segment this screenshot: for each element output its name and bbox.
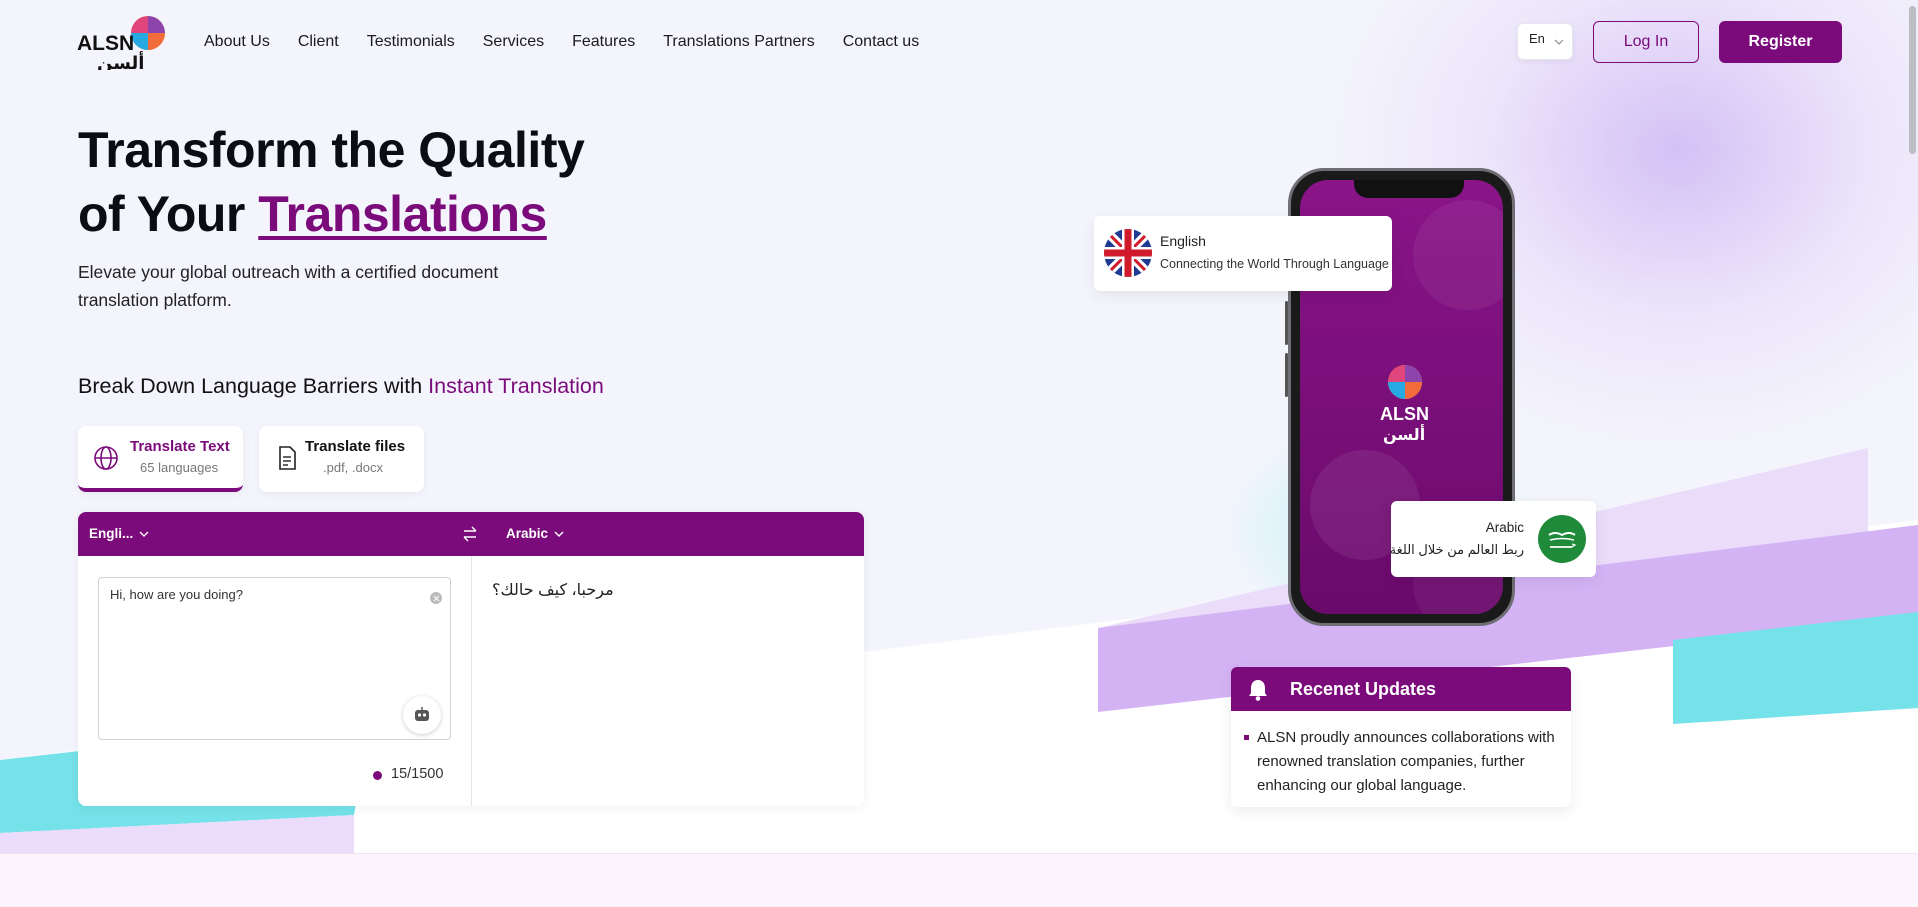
status-dot — [373, 771, 382, 780]
english-card-name: English — [1160, 233, 1206, 249]
character-count: 15/1500 — [391, 766, 444, 782]
translator-divider — [471, 556, 472, 806]
list-bullet — [1244, 735, 1249, 740]
recent-updates-header: Recenet Updates — [1231, 667, 1571, 711]
language-select-value: En — [1529, 31, 1545, 46]
tab-translate-files-title: Translate files — [305, 438, 406, 455]
nav-services[interactable]: Services — [483, 33, 544, 51]
register-button[interactable]: Register — [1719, 21, 1842, 63]
translator-panel: Engli... Arabic Hi, how are you doing? 1… — [78, 512, 864, 806]
login-button[interactable]: Log In — [1593, 21, 1699, 63]
hero-title-highlight: Translations — [258, 186, 547, 242]
english-language-card: English Connecting the World Through Lan… — [1094, 216, 1392, 291]
arabic-card-tagline: ربط العالم من خلال اللغة — [1389, 542, 1524, 557]
chevron-down-icon — [1554, 39, 1564, 45]
nav-client[interactable]: Client — [298, 33, 339, 51]
arabic-language-card: Arabic ربط العالم من خلال اللغة — [1389, 501, 1596, 577]
svg-text:ALSN: ALSN — [1380, 404, 1429, 424]
globe-icon — [94, 446, 118, 470]
recent-updates-title: Recenet Updates — [1290, 679, 1437, 699]
hero-title-prefix: of Your — [78, 186, 259, 242]
nav-about-us[interactable]: About Us — [204, 33, 270, 51]
arabic-card-name: Arabic — [1485, 520, 1524, 535]
nav-contact-us[interactable]: Contact us — [843, 33, 919, 51]
hero-title: Transform the Quality of Your Translatio… — [78, 118, 585, 246]
translator-heading: Break Down Language Barriers with Instan… — [78, 374, 604, 399]
source-text-input[interactable]: Hi, how are you doing? — [98, 577, 451, 740]
nav-testimonials[interactable]: Testimonials — [367, 33, 455, 51]
nav-translations-partners[interactable]: Translations Partners — [663, 33, 814, 51]
recent-updates-card: Recenet Updates ALSN proudly announces c… — [1231, 667, 1571, 807]
source-language-select[interactable]: Engli... — [89, 526, 149, 541]
translator-language-bar: Engli... Arabic — [78, 512, 864, 556]
translated-text-output: مرحبا، كيف حالك؟ — [492, 582, 614, 599]
target-language-select[interactable]: Arabic — [506, 526, 564, 541]
bell-icon — [1249, 680, 1267, 701]
alsn-logo[interactable]: ALSN ألسن — [77, 14, 165, 70]
logo-text: ALSN — [77, 32, 134, 55]
language-select[interactable]: En — [1517, 23, 1573, 60]
page-scrollbar[interactable] — [1909, 6, 1916, 154]
saudi-flag-icon — [1538, 515, 1586, 563]
document-icon — [279, 446, 296, 470]
tab-translate-text-title: Translate Text — [130, 438, 230, 455]
translator-heading-accent: Instant Translation — [428, 374, 604, 398]
tab-translate-text[interactable]: Translate Text 65 languages — [78, 426, 243, 492]
clear-icon[interactable] — [430, 592, 442, 604]
update-item: ALSN proudly announces collaborations wi… — [1257, 729, 1555, 794]
hero-subtitle: Elevate your global outreach with a cert… — [78, 262, 499, 310]
chevron-down-icon — [139, 531, 149, 538]
svg-text:ألسن: ألسن — [1383, 424, 1425, 444]
source-text-value: Hi, how are you doing? — [110, 587, 243, 602]
app-logo-icon: ALSN ألسن — [1380, 365, 1429, 444]
translator-heading-prefix: Break Down Language Barriers with — [78, 374, 429, 398]
robot-icon — [415, 707, 429, 721]
uk-flag-icon — [1104, 229, 1152, 277]
logo-arabic-text: ألسن — [97, 51, 144, 70]
main-nav: About Us Client Testimonials Services Fe… — [204, 33, 919, 51]
english-card-tagline: Connecting the World Through Language — [1160, 257, 1389, 271]
tab-translate-files[interactable]: Translate files .pdf, .docx — [259, 426, 424, 492]
tab-translate-files-subtitle: .pdf, .docx — [323, 460, 383, 475]
hero-title-line1: Transform the Quality — [78, 122, 585, 178]
ai-assistant-button[interactable] — [403, 696, 441, 734]
chevron-down-icon — [554, 531, 564, 538]
swap-languages-icon[interactable] — [461, 525, 479, 543]
tab-translate-text-subtitle: 65 languages — [140, 460, 219, 475]
nav-features[interactable]: Features — [572, 33, 635, 51]
